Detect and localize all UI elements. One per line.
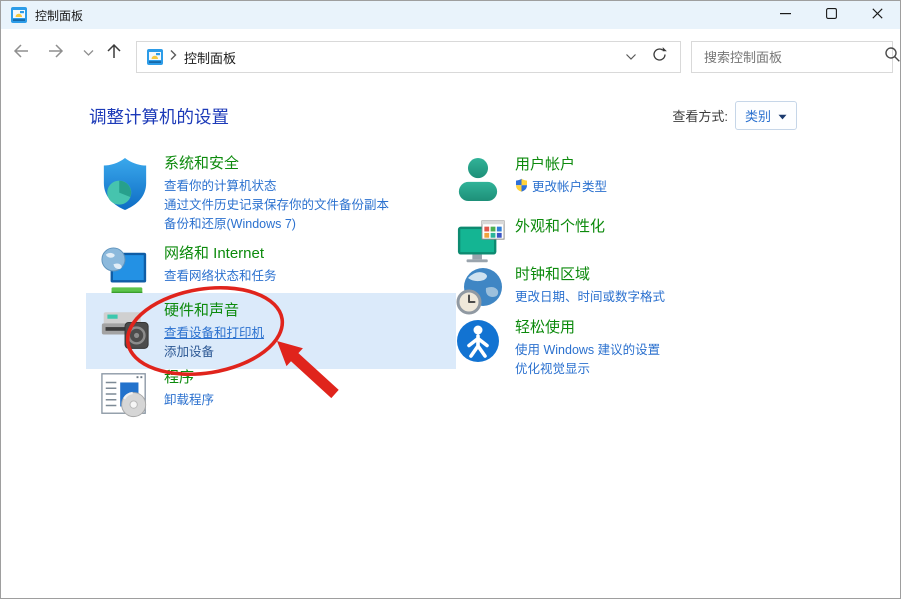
link-add-device[interactable]: 添加设备 xyxy=(164,343,264,362)
back-button[interactable] xyxy=(11,43,31,63)
close-icon xyxy=(872,6,883,24)
category-programs: 程序 卸载程序 xyxy=(86,367,214,424)
category-title-network-internet[interactable]: 网络和 Internet xyxy=(164,243,277,264)
page-title: 调整计算机的设置 xyxy=(89,104,229,129)
category-hardware-sound: 硬件和声音 查看设备和打印机 添加设备 xyxy=(86,293,456,369)
link-backup-restore-win7[interactable]: 备份和还原(Windows 7) xyxy=(164,215,389,234)
maximize-button[interactable] xyxy=(808,1,854,29)
search-input[interactable] xyxy=(692,50,884,65)
link-view-devices-printers[interactable]: 查看设备和打印机 xyxy=(164,324,264,343)
dropdown-triangle-icon xyxy=(778,107,787,125)
link-view-computer-status[interactable]: 查看你的计算机状态 xyxy=(164,177,389,196)
chevron-down-icon xyxy=(83,44,94,62)
address-bar[interactable]: 控制面板 xyxy=(136,41,681,73)
category-clock-region: 时钟和区域 更改日期、时间或数字格式 xyxy=(442,264,665,321)
breadcrumb[interactable]: 控制面板 xyxy=(184,48,236,67)
category-system-security: 系统和安全 查看你的计算机状态 通过文件历史记录保存你的文件备份副本 备份和还原… xyxy=(86,153,389,234)
link-change-date-time-format[interactable]: 更改日期、时间或数字格式 xyxy=(515,288,665,307)
control-panel-window: 控制面板 xyxy=(0,0,901,599)
category-title-hardware-sound[interactable]: 硬件和声音 xyxy=(164,300,264,321)
up-icon xyxy=(105,42,123,65)
control-panel-icon xyxy=(11,7,27,23)
titlebar[interactable]: 控制面板 xyxy=(1,1,900,29)
category-title-ease-of-access[interactable]: 轻松使用 xyxy=(515,317,660,338)
refresh-icon[interactable] xyxy=(651,46,668,68)
search-icon[interactable] xyxy=(884,46,901,68)
breadcrumb-chevron-icon xyxy=(169,48,177,66)
category-title-user-accounts[interactable]: 用户帐户 xyxy=(515,154,607,175)
address-dropdown-icon[interactable] xyxy=(625,48,637,66)
category-title-system-security[interactable]: 系统和安全 xyxy=(164,153,389,174)
printer-speaker-icon[interactable] xyxy=(100,302,150,359)
view-by-control: 查看方式: 类别 xyxy=(672,101,797,130)
window-title: 控制面板 xyxy=(35,7,83,24)
forward-icon xyxy=(47,42,65,65)
close-button[interactable] xyxy=(854,1,900,29)
link-view-network-status[interactable]: 查看网络状态和任务 xyxy=(164,267,277,286)
uac-shield-icon xyxy=(515,178,528,197)
back-icon xyxy=(12,42,30,65)
link-file-history-backup[interactable]: 通过文件历史记录保存你的文件备份副本 xyxy=(164,196,389,215)
link-optimize-visual-display[interactable]: 优化视觉显示 xyxy=(515,360,660,379)
category-ease-of-access: 轻松使用 使用 Windows 建议的设置 优化视觉显示 xyxy=(442,317,660,379)
security-shield-icon[interactable] xyxy=(100,155,150,218)
recent-locations-button[interactable] xyxy=(78,43,98,63)
minimize-button[interactable] xyxy=(762,1,808,29)
ease-of-access-icon[interactable] xyxy=(456,319,506,368)
category-user-accounts: 用户帐户 更改帐户类型 xyxy=(442,154,607,209)
up-button[interactable] xyxy=(104,43,124,63)
minimize-icon xyxy=(780,6,791,24)
forward-button[interactable] xyxy=(46,43,66,63)
link-suggested-settings[interactable]: 使用 Windows 建议的设置 xyxy=(515,341,660,360)
maximize-icon xyxy=(826,6,837,24)
search-box[interactable] xyxy=(691,41,893,73)
category-title-programs[interactable]: 程序 xyxy=(164,367,214,388)
globe-clock-icon[interactable] xyxy=(456,266,506,321)
control-panel-icon xyxy=(147,49,163,65)
navigation-bar: 控制面板 xyxy=(1,29,900,77)
view-by-value: 类别 xyxy=(745,106,771,125)
user-icon[interactable] xyxy=(456,156,506,209)
view-by-dropdown[interactable]: 类别 xyxy=(735,101,797,130)
programs-cd-icon[interactable] xyxy=(100,369,150,424)
link-uninstall-program[interactable]: 卸载程序 xyxy=(164,391,214,410)
link-change-account-type[interactable]: 更改帐户类型 xyxy=(532,178,607,197)
view-by-label: 查看方式: xyxy=(672,106,728,125)
category-title-appearance-personalization[interactable]: 外观和个性化 xyxy=(515,216,605,237)
category-title-clock-region[interactable]: 时钟和区域 xyxy=(515,264,665,285)
